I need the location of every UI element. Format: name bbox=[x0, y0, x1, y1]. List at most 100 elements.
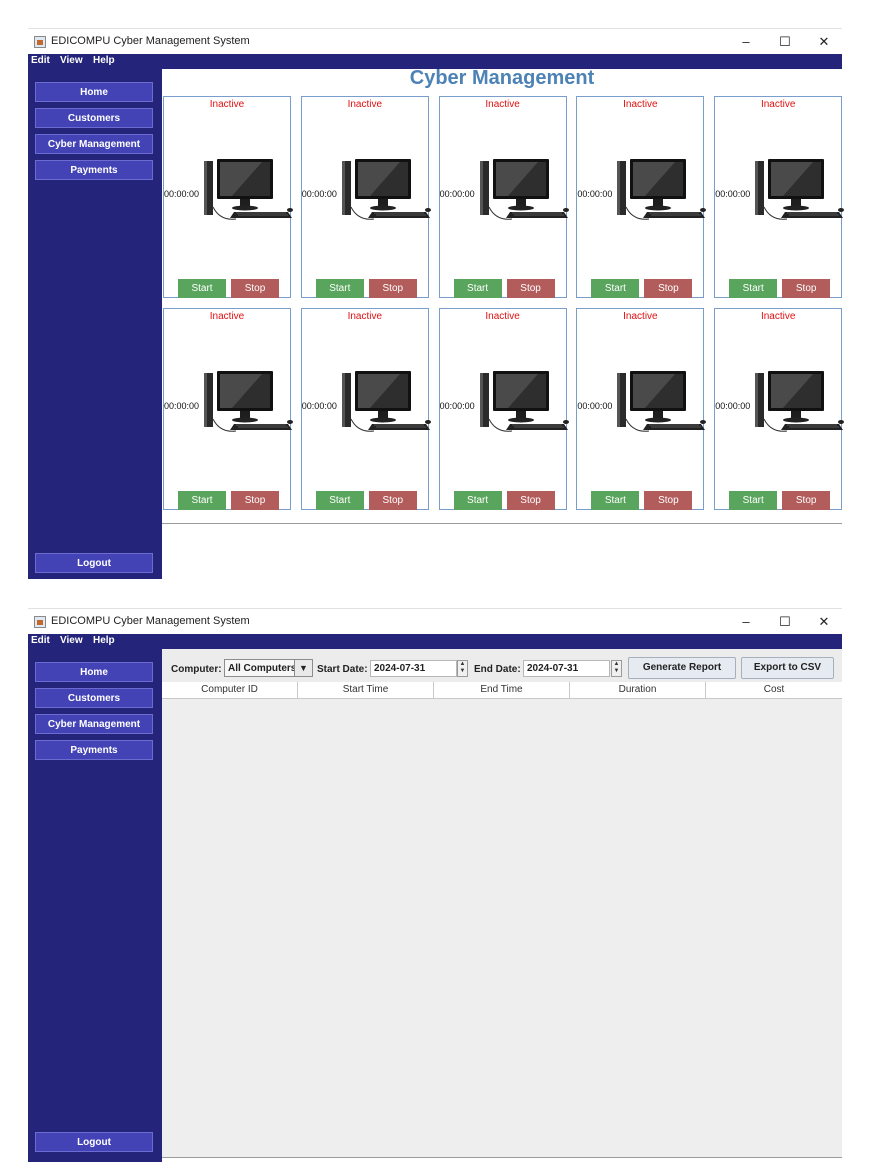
computer-card: Inactive 00:00:00 Start Stop bbox=[438, 96, 570, 298]
report-table-body[interactable] bbox=[162, 699, 842, 1158]
computer-select[interactable]: All Computers ▼ bbox=[224, 659, 313, 677]
start-button[interactable]: Start bbox=[591, 491, 640, 510]
start-button[interactable]: Start bbox=[178, 491, 226, 510]
computer-status: Inactive bbox=[347, 99, 383, 110]
end-date-field[interactable]: 2024-07-31 bbox=[523, 660, 610, 677]
session-timer: 00:00:00 bbox=[577, 401, 613, 411]
sidebar: Home Customers Cyber Management Payments… bbox=[28, 649, 162, 1162]
computer-status: Inactive bbox=[209, 99, 245, 110]
sidebar-item-cyber-management[interactable]: Cyber Management bbox=[35, 714, 153, 734]
logout-button[interactable]: Logout bbox=[35, 553, 153, 573]
logout-button[interactable]: Logout bbox=[35, 1132, 153, 1152]
computer-icon bbox=[479, 158, 570, 220]
session-timer: 00:00:00 bbox=[164, 401, 200, 411]
stop-button[interactable]: Stop bbox=[231, 491, 279, 510]
start-button[interactable]: Start bbox=[178, 279, 226, 298]
session-timer: 00:00:00 bbox=[164, 189, 200, 199]
computer-card: Inactive 00:00:00 Start Stop bbox=[300, 308, 432, 510]
stop-button[interactable]: Stop bbox=[644, 279, 693, 298]
sidebar-item-cyber-management[interactable]: Cyber Management bbox=[35, 134, 153, 154]
session-timer: 00:00:00 bbox=[715, 189, 751, 199]
sidebar-item-payments[interactable]: Payments bbox=[35, 160, 153, 180]
export-csv-button[interactable]: Export to CSV bbox=[741, 657, 834, 679]
maximize-button[interactable]: ☐ bbox=[765, 611, 805, 633]
computer-grid: Inactive 00:00:00 Start Stop Inactive 00:00:0… bbox=[162, 69, 845, 524]
computer-icon bbox=[203, 158, 294, 220]
start-date-value: 2024-07-31 bbox=[374, 663, 426, 674]
computer-icon bbox=[754, 370, 845, 432]
generate-report-button[interactable]: Generate Report bbox=[628, 657, 736, 679]
computer-card: Inactive 00:00:00 Start Stop bbox=[576, 96, 707, 298]
start-button[interactable]: Start bbox=[591, 279, 640, 298]
computer-card: Inactive 00:00:00 Start Stop bbox=[438, 308, 570, 510]
stop-button[interactable]: Stop bbox=[782, 279, 831, 298]
title-bar: EDICOMPU Cyber Management System – ☐ ✕ bbox=[28, 28, 842, 55]
window-title: EDICOMPU Cyber Management System bbox=[51, 615, 250, 627]
session-timer: 00:00:00 bbox=[577, 189, 613, 199]
column-duration[interactable]: Duration bbox=[570, 682, 706, 698]
minimize-button[interactable]: – bbox=[726, 31, 766, 53]
end-date-label: End Date: bbox=[474, 664, 521, 675]
sidebar-item-customers[interactable]: Customers bbox=[35, 108, 153, 128]
computer-card: Inactive 00:00:00 Start Stop bbox=[163, 96, 294, 298]
menu-edit[interactable]: Edit bbox=[31, 55, 50, 66]
stop-button[interactable]: Stop bbox=[231, 279, 279, 298]
menu-help[interactable]: Help bbox=[93, 635, 115, 646]
start-date-label: Start Date: bbox=[317, 664, 368, 675]
computer-select-value: All Computers bbox=[228, 663, 297, 674]
cyber-management-window: EDICOMPU Cyber Management System – ☐ ✕ E… bbox=[28, 28, 845, 579]
menu-help[interactable]: Help bbox=[93, 55, 115, 66]
computer-status: Inactive bbox=[623, 311, 658, 322]
minimize-button[interactable]: – bbox=[726, 611, 766, 633]
menu-bar: Edit View Help bbox=[28, 634, 842, 649]
start-button[interactable]: Start bbox=[729, 491, 778, 510]
sidebar-item-home[interactable]: Home bbox=[35, 82, 153, 102]
stop-button[interactable]: Stop bbox=[782, 491, 831, 510]
column-end-time[interactable]: End Time bbox=[434, 682, 570, 698]
computer-icon bbox=[479, 370, 570, 432]
computer-icon bbox=[616, 370, 707, 432]
start-button[interactable]: Start bbox=[315, 491, 364, 510]
chevron-down-icon[interactable]: ▼ bbox=[294, 660, 312, 676]
stop-button[interactable]: Stop bbox=[506, 279, 555, 298]
computer-icon bbox=[203, 370, 294, 432]
start-date-spinner-icon[interactable]: ▲ ▼ bbox=[457, 660, 468, 677]
session-timer: 00:00:00 bbox=[301, 401, 337, 411]
column-computer-id[interactable]: Computer ID bbox=[162, 682, 298, 698]
stop-button[interactable]: Stop bbox=[644, 491, 693, 510]
menu-view[interactable]: View bbox=[60, 55, 83, 66]
session-timer: 00:00:00 bbox=[439, 401, 475, 411]
java-app-icon bbox=[34, 36, 46, 48]
start-button[interactable]: Start bbox=[453, 279, 502, 298]
end-date-spinner-icon[interactable]: ▲ ▼ bbox=[611, 660, 622, 677]
computer-icon bbox=[341, 370, 432, 432]
computer-card: Inactive 00:00:00 Start Stop bbox=[714, 308, 845, 510]
maximize-button[interactable]: ☐ bbox=[765, 31, 805, 53]
session-timer: 00:00:00 bbox=[439, 189, 475, 199]
close-button[interactable]: ✕ bbox=[804, 31, 844, 53]
start-button[interactable]: Start bbox=[315, 279, 364, 298]
computer-status: Inactive bbox=[760, 311, 796, 322]
computer-icon bbox=[341, 158, 432, 220]
sidebar-item-customers[interactable]: Customers bbox=[35, 688, 153, 708]
title-bar: EDICOMPU Cyber Management System – ☐ ✕ bbox=[28, 608, 842, 635]
start-button[interactable]: Start bbox=[453, 491, 502, 510]
stop-button[interactable]: Stop bbox=[368, 279, 417, 298]
start-date-field[interactable]: 2024-07-31 bbox=[370, 660, 457, 677]
computer-status: Inactive bbox=[760, 99, 796, 110]
menu-view[interactable]: View bbox=[60, 635, 83, 646]
computer-status: Inactive bbox=[485, 311, 520, 322]
start-button[interactable]: Start bbox=[729, 279, 778, 298]
sidebar: Home Customers Cyber Management Payments… bbox=[28, 69, 162, 579]
session-timer: 00:00:00 bbox=[715, 401, 751, 411]
close-button[interactable]: ✕ bbox=[804, 611, 844, 633]
stop-button[interactable]: Stop bbox=[368, 491, 417, 510]
column-cost[interactable]: Cost bbox=[706, 682, 842, 698]
menu-edit[interactable]: Edit bbox=[31, 635, 50, 646]
stop-button[interactable]: Stop bbox=[506, 491, 555, 510]
sidebar-item-payments[interactable]: Payments bbox=[35, 740, 153, 760]
computer-card: Inactive 00:00:00 Start Stop bbox=[576, 308, 707, 510]
column-start-time[interactable]: Start Time bbox=[298, 682, 434, 698]
sidebar-item-home[interactable]: Home bbox=[35, 662, 153, 682]
java-app-icon bbox=[34, 616, 46, 628]
